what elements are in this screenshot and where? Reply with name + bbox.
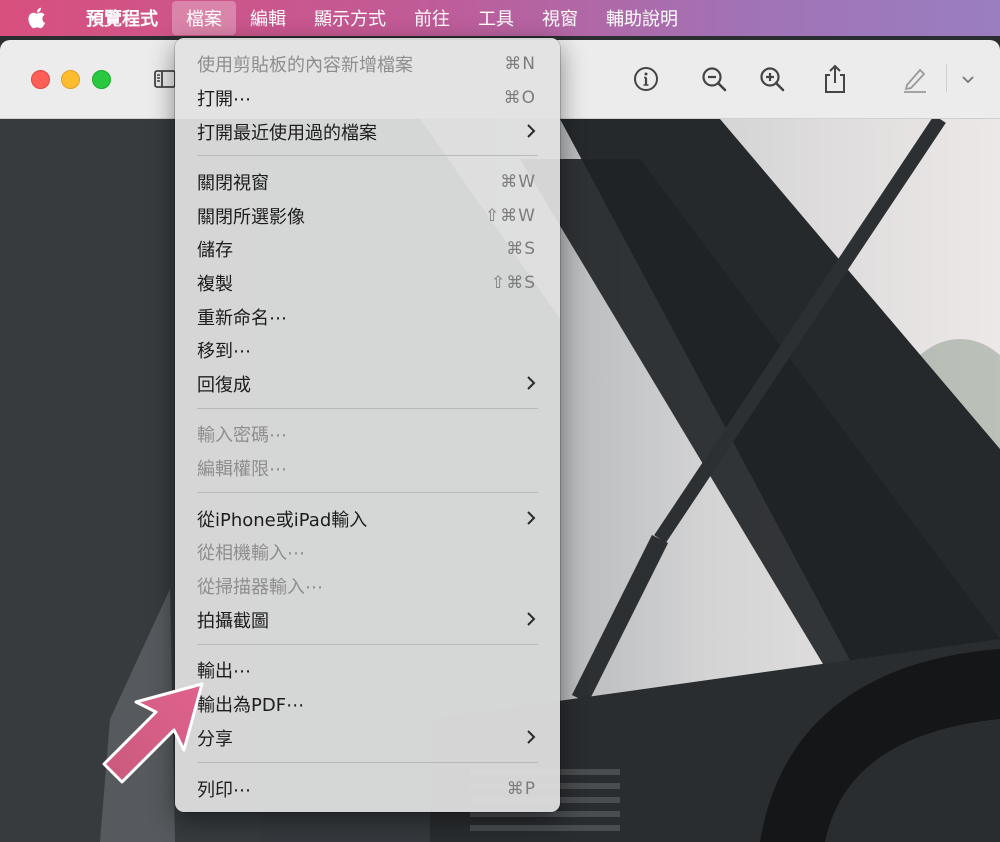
menu-item-edit-permissions[interactable]: 編輯權限⋯	[175, 452, 560, 483]
menubar-tools[interactable]: 工具	[464, 0, 528, 36]
menu-item-import-from-camera[interactable]: 從相機輸入⋯	[175, 536, 560, 567]
menu-item-print[interactable]: 列印⋯ ⌘P	[175, 773, 560, 804]
menubar-view[interactable]: 顯示方式	[300, 0, 400, 36]
menu-item-label: 從iPhone或iPad輸入	[197, 509, 368, 531]
menubar-file[interactable]: 檔案	[172, 1, 236, 35]
menu-item-label: 使用剪貼板的內容新增檔案	[197, 54, 413, 76]
menu-item-export[interactable]: 輸出⋯	[175, 654, 560, 685]
menu-separator	[197, 492, 538, 493]
menu-separator	[197, 762, 538, 763]
menu-item-open[interactable]: 打開⋯ ⌘O	[175, 82, 560, 113]
menu-item-share[interactable]: 分享	[175, 722, 560, 753]
menu-item-label: 移到⋯	[197, 340, 251, 362]
info-icon[interactable]	[629, 62, 663, 96]
fullscreen-window-button[interactable]	[92, 70, 111, 89]
menu-item-save[interactable]: 儲存 ⌘S	[175, 233, 560, 264]
menu-item-label: 關閉視窗	[197, 172, 269, 194]
menu-item-label: 從相機輸入⋯	[197, 542, 305, 564]
chevron-right-icon	[527, 511, 536, 525]
menu-item-label: 輸入密碼⋯	[197, 424, 287, 446]
menu-item-revert-to[interactable]: 回復成	[175, 368, 560, 399]
zoom-out-icon[interactable]	[697, 62, 731, 96]
shortcut-label: ⇧⌘W	[484, 205, 536, 226]
chevron-right-icon	[527, 612, 536, 626]
menu-item-label: 回復成	[197, 374, 251, 396]
zoom-in-icon[interactable]	[755, 62, 789, 96]
apple-logo-icon	[28, 7, 45, 29]
menu-item-enter-password[interactable]: 輸入密碼⋯	[175, 418, 560, 449]
menu-item-label: 打開最近使用過的檔案	[197, 122, 377, 144]
menu-item-import-from-scanner[interactable]: 從掃描器輸入⋯	[175, 570, 560, 601]
annotation-arrow-icon	[102, 682, 204, 784]
menu-item-import-from-iphone[interactable]: 從iPhone或iPad輸入	[175, 503, 560, 534]
menu-item-label: 打開⋯	[197, 88, 251, 110]
shortcut-label: ⇧⌘S	[490, 272, 536, 293]
menu-item-move-to[interactable]: 移到⋯	[175, 334, 560, 365]
file-menu-dropdown: 使用剪貼板的內容新增檔案 ⌘N 打開⋯ ⌘O 打開最近使用過的檔案 關閉視窗 ⌘…	[175, 38, 560, 812]
menu-item-close-window[interactable]: 關閉視窗 ⌘W	[175, 166, 560, 197]
markup-icon[interactable]	[898, 62, 932, 96]
close-window-button[interactable]	[31, 70, 50, 89]
menubar-edit[interactable]: 編輯	[236, 0, 300, 36]
shortcut-label: ⌘N	[504, 53, 536, 74]
menu-item-close-selected-image[interactable]: 關閉所選影像 ⇧⌘W	[175, 200, 560, 231]
menubar-help[interactable]: 輔助說明	[592, 0, 692, 36]
menu-item-new-from-clipboard[interactable]: 使用剪貼板的內容新增檔案 ⌘N	[175, 48, 560, 79]
menu-item-duplicate[interactable]: 複製 ⇧⌘S	[175, 267, 560, 298]
menu-bar: 預覽程式 檔案 編輯 顯示方式 前往 工具 視窗 輔助說明	[0, 0, 1000, 36]
menu-item-label: 儲存	[197, 239, 233, 261]
toolbar-divider	[946, 64, 947, 92]
share-icon[interactable]	[818, 62, 852, 96]
chevron-right-icon	[527, 376, 536, 390]
chevron-right-icon	[527, 124, 536, 138]
menu-item-rename[interactable]: 重新命名⋯	[175, 301, 560, 332]
menu-item-label: 編輯權限⋯	[197, 458, 287, 480]
menubar-window[interactable]: 視窗	[528, 0, 592, 36]
menu-separator	[197, 155, 538, 156]
menubar-app-preview[interactable]: 預覽程式	[72, 0, 172, 36]
menu-item-export-as-pdf[interactable]: 輸出為PDF⋯	[175, 688, 560, 719]
menu-item-label: 複製	[197, 273, 233, 295]
chevron-right-icon	[527, 730, 536, 744]
menu-item-open-recent[interactable]: 打開最近使用過的檔案	[175, 116, 560, 147]
shortcut-label: ⌘P	[506, 778, 536, 799]
shortcut-label: ⌘W	[500, 171, 536, 192]
menu-item-label: 拍攝截圖	[197, 610, 269, 632]
shortcut-label: ⌘S	[506, 238, 536, 259]
menu-item-label: 從掃描器輸入⋯	[197, 576, 323, 598]
menu-item-take-screenshot[interactable]: 拍攝截圖	[175, 604, 560, 635]
menu-separator	[197, 644, 538, 645]
menu-item-label: 輸出為PDF⋯	[197, 694, 305, 716]
menu-item-label: 關閉所選影像	[197, 206, 305, 228]
chevron-down-icon[interactable]	[951, 62, 985, 96]
menubar-go[interactable]: 前往	[400, 0, 464, 36]
shortcut-label: ⌘O	[503, 87, 536, 108]
minimize-window-button[interactable]	[61, 70, 80, 89]
menu-item-label: 重新命名⋯	[197, 307, 287, 329]
menu-separator	[197, 408, 538, 409]
